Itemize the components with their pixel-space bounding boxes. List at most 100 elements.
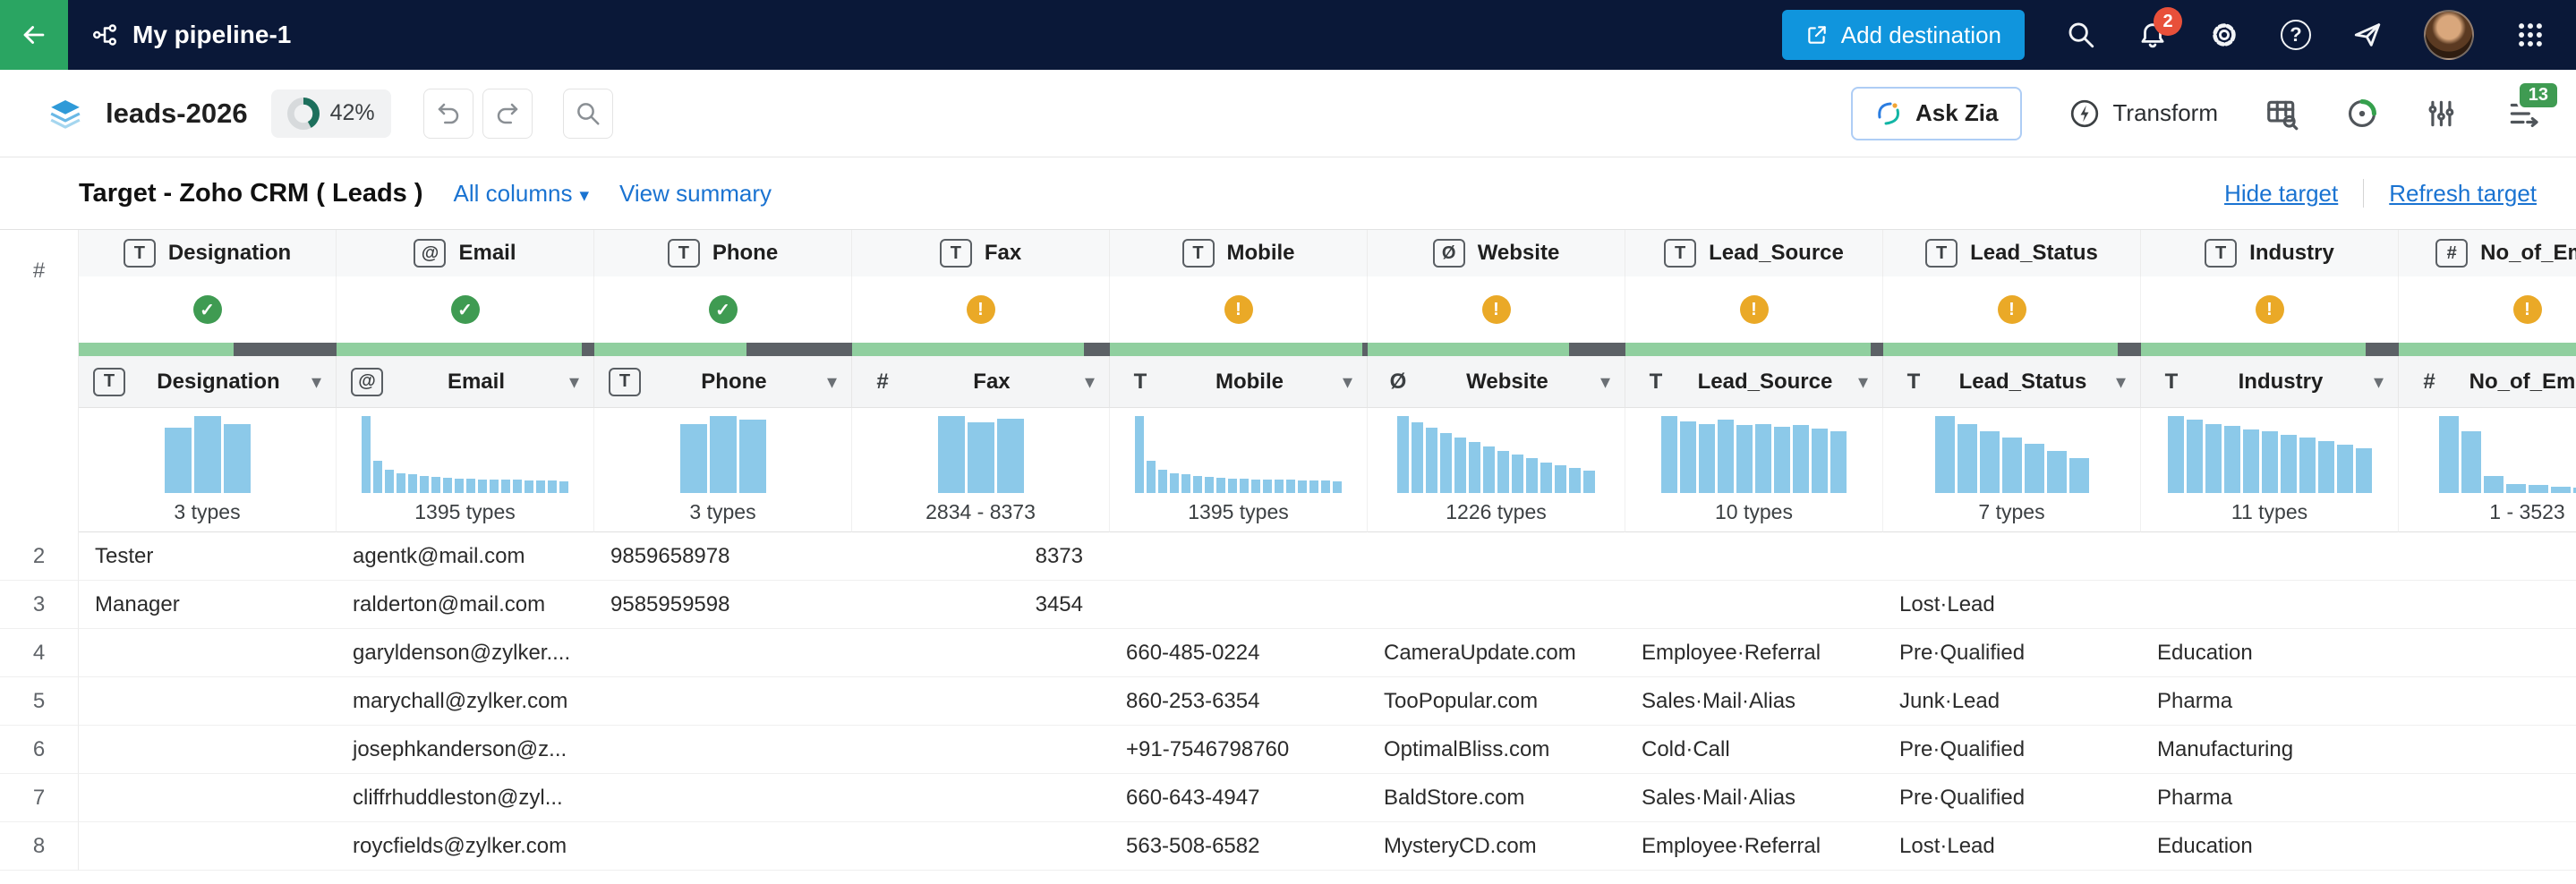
cell-fax[interactable]	[852, 774, 1110, 822]
transform-button[interactable]: Transform	[2068, 98, 2218, 130]
cell-website[interactable]: OptimalBliss.com	[1368, 726, 1625, 774]
cell-mobile[interactable]	[1110, 581, 1368, 629]
cell-website[interactable]: MysteryCD.com	[1368, 822, 1625, 871]
column-menu-caret-icon[interactable]: ▾	[2374, 370, 2384, 394]
histogram-bars[interactable]	[2439, 411, 2576, 493]
cell-lead_source[interactable]: Employee·Referral	[1625, 822, 1883, 871]
cell-mobile[interactable]: 860-253-6354	[1110, 677, 1368, 726]
cell-email[interactable]: cliffrhuddleston@zyl...	[337, 774, 594, 822]
add-destination-button[interactable]: Add destination	[1781, 10, 2025, 60]
histogram-bars[interactable]	[1135, 411, 1342, 493]
column-menu-caret-icon[interactable]: ▾	[2116, 370, 2126, 394]
cell-designation[interactable]	[79, 822, 337, 871]
undo-button[interactable]	[422, 88, 473, 139]
user-avatar[interactable]	[2424, 10, 2474, 60]
column-menu-caret-icon[interactable]: ▾	[569, 370, 579, 394]
data-quality-percent-badge[interactable]: 42%	[270, 89, 391, 138]
cell-lead_source[interactable]: Sales·Mail·Alias	[1625, 774, 1883, 822]
help-icon[interactable]: ?	[2281, 20, 2311, 50]
all-columns-dropdown[interactable]: All columns ▾	[454, 180, 589, 208]
target-column-header-lead_status[interactable]: T Lead_Status	[1883, 230, 2141, 276]
applied-steps-icon[interactable]: 13	[2506, 80, 2560, 131]
cell-mobile[interactable]	[1110, 532, 1368, 581]
hide-target-link[interactable]: Hide target	[2224, 180, 2338, 208]
status-ok-icon[interactable]: ✓	[708, 295, 738, 324]
cell-phone[interactable]	[594, 629, 852, 677]
search-icon[interactable]	[2066, 20, 2096, 50]
cell-mobile[interactable]: 563-508-6582	[1110, 822, 1368, 871]
notifications-bell-icon[interactable]: 2	[2137, 7, 2182, 50]
ask-zia-button[interactable]: Ask Zia	[1851, 86, 2022, 140]
quality-bar-website[interactable]	[1368, 343, 1625, 356]
cell-lead_status[interactable]	[1883, 532, 2141, 581]
cell-no_of_employees[interactable]	[2399, 677, 2576, 726]
status-warning-icon[interactable]: !	[1224, 295, 1253, 324]
cell-no_of_employees[interactable]	[2399, 532, 2576, 581]
source-column-header-fax[interactable]: # Fax ▾	[852, 356, 1110, 408]
cell-website[interactable]	[1368, 581, 1625, 629]
view-summary-link[interactable]: View summary	[619, 180, 772, 208]
cell-industry[interactable]	[2141, 581, 2399, 629]
cell-email[interactable]: ralderton@mail.com	[337, 581, 594, 629]
target-column-header-no_of_employees[interactable]: # No_of_Emplo	[2399, 230, 2576, 276]
column-menu-caret-icon[interactable]: ▾	[1600, 370, 1610, 394]
cell-mobile[interactable]: 660-643-4947	[1110, 774, 1368, 822]
cell-industry[interactable]: Education	[2141, 629, 2399, 677]
quality-bar-mobile[interactable]	[1110, 343, 1368, 356]
quality-bar-industry[interactable]	[2141, 343, 2399, 356]
cell-website[interactable]	[1368, 532, 1625, 581]
target-column-header-website[interactable]: Ø Website	[1368, 230, 1625, 276]
cell-fax[interactable]	[852, 629, 1110, 677]
cell-lead_status[interactable]: Pre·Qualified	[1883, 774, 2141, 822]
cell-lead_status[interactable]: Pre·Qualified	[1883, 629, 2141, 677]
cell-lead_source[interactable]	[1625, 581, 1883, 629]
quality-bar-phone[interactable]	[594, 343, 852, 356]
source-column-header-no_of_employees[interactable]: #No_of_Emplo▾	[2399, 356, 2576, 408]
cell-phone[interactable]: 9859658978	[594, 532, 852, 581]
redo-button[interactable]	[482, 88, 533, 139]
cell-fax[interactable]	[852, 726, 1110, 774]
cell-lead_status[interactable]: Junk·Lead	[1883, 677, 2141, 726]
status-ok-icon[interactable]: ✓	[450, 295, 480, 324]
cell-mobile[interactable]: 660-485-0224	[1110, 629, 1368, 677]
cell-email[interactable]: roycfields@zylker.com	[337, 822, 594, 871]
status-warning-icon[interactable]: !	[966, 295, 995, 324]
cell-designation[interactable]	[79, 629, 337, 677]
histogram-bars[interactable]	[362, 411, 568, 493]
status-warning-icon[interactable]: !	[1739, 295, 1769, 324]
column-menu-caret-icon[interactable]: ▾	[1343, 370, 1352, 394]
cell-lead_source[interactable]: Cold·Call	[1625, 726, 1883, 774]
target-column-header-mobile[interactable]: T Mobile	[1110, 230, 1368, 276]
cell-fax[interactable]: 3454	[852, 581, 1110, 629]
cell-phone[interactable]	[594, 726, 852, 774]
status-warning-icon[interactable]: !	[1481, 295, 1511, 324]
quality-bar-lead_status[interactable]	[1883, 343, 2141, 356]
histogram-bars[interactable]	[2167, 411, 2372, 493]
cell-phone[interactable]	[594, 774, 852, 822]
source-column-header-phone[interactable]: T Phone ▾	[594, 356, 852, 408]
target-column-header-phone[interactable]: T Phone	[594, 230, 852, 276]
refresh-target-link[interactable]: Refresh target	[2389, 180, 2537, 208]
cell-phone[interactable]	[594, 822, 852, 871]
target-column-header-designation[interactable]: T Designation	[79, 230, 337, 276]
histogram-bars[interactable]	[164, 411, 251, 493]
source-column-header-industry[interactable]: T Industry ▾	[2141, 356, 2399, 408]
cell-industry[interactable]: Education	[2141, 822, 2399, 871]
status-warning-icon[interactable]: !	[2512, 295, 2542, 324]
status-ok-icon[interactable]: ✓	[192, 295, 222, 324]
quality-gauge-icon[interactable]	[2345, 97, 2379, 131]
cell-industry[interactable]	[2141, 532, 2399, 581]
apps-grid-icon[interactable]	[2515, 20, 2546, 50]
table-search-icon[interactable]	[2265, 97, 2299, 131]
cell-lead_status[interactable]: Lost·Lead	[1883, 581, 2141, 629]
cell-email[interactable]: josephkanderson@z...	[337, 726, 594, 774]
quality-bar-no_of_employees[interactable]	[2399, 343, 2576, 356]
column-menu-caret-icon[interactable]: ▾	[1858, 370, 1868, 394]
status-warning-icon[interactable]: !	[2255, 295, 2284, 324]
cell-lead_source[interactable]: Employee·Referral	[1625, 629, 1883, 677]
cell-email[interactable]: marychall@zylker.com	[337, 677, 594, 726]
paper-plane-icon[interactable]	[2352, 20, 2383, 50]
cell-fax[interactable]	[852, 822, 1110, 871]
cell-fax[interactable]: 8373	[852, 532, 1110, 581]
status-warning-icon[interactable]: !	[1997, 295, 2026, 324]
